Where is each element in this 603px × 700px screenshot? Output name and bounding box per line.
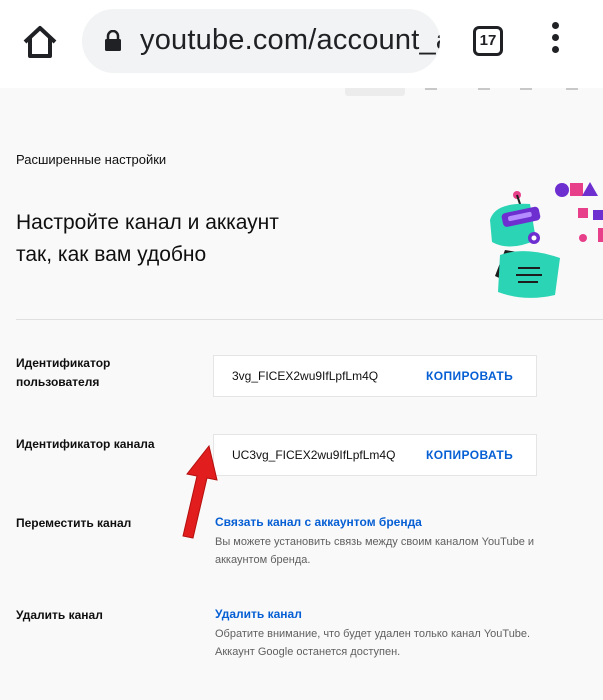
- user-id-label: Идентификатор пользователя: [16, 356, 111, 389]
- page-toolbar-strip: [0, 88, 603, 98]
- toolbar-icon[interactable]: [520, 88, 532, 90]
- section-divider: [16, 319, 603, 320]
- channel-id-label: Идентификатор канала: [16, 437, 155, 451]
- copy-channel-id-button[interactable]: КОПИРОВАТЬ: [426, 448, 513, 462]
- toolbar-icon[interactable]: [425, 88, 437, 90]
- overflow-menu-icon[interactable]: [548, 22, 562, 62]
- delete-channel-label: Удалить канал: [16, 608, 103, 622]
- address-bar[interactable]: youtube.com/account_a: [82, 9, 440, 73]
- delete-channel-description: Аккаунт Google останется доступен.: [215, 646, 401, 658]
- link-brand-account-link[interactable]: Связать канал с аккаунтом бренда: [215, 515, 422, 529]
- move-channel-description: Вы можете установить связь между своим к…: [215, 536, 535, 548]
- user-id-field: 3vg_FICEX2wu9IfLpfLm4Q КОПИРОВАТЬ: [213, 355, 537, 397]
- section-title: Расширенные настройки: [16, 152, 167, 167]
- user-id-value: 3vg_FICEX2wu9IfLpfLm4Q: [232, 369, 379, 383]
- toolbar-icon[interactable]: [566, 88, 578, 90]
- toolbar-button[interactable]: [345, 88, 405, 96]
- channel-id-value: UC3vg_FICEX2wu9IfLpfLm4Q: [232, 448, 396, 462]
- page-headline: Настройте канал и аккаунт так, как вам у…: [16, 211, 279, 266]
- url-text: youtube.com/account_a: [140, 24, 440, 56]
- red-arrow-annotation: [175, 440, 225, 540]
- move-channel-description: аккаунтом бренда.: [215, 554, 311, 566]
- toolbar-icon[interactable]: [478, 88, 490, 90]
- move-channel-label: Переместить канал: [16, 516, 132, 530]
- delete-channel-link[interactable]: Удалить канал: [215, 607, 302, 621]
- tab-switcher-button[interactable]: 17: [473, 26, 503, 56]
- robot-illustration: [470, 180, 603, 305]
- home-icon[interactable]: [20, 22, 60, 62]
- browser-toolbar: youtube.com/account_a 17: [0, 0, 603, 88]
- lock-icon: [104, 29, 122, 52]
- channel-id-field: UC3vg_FICEX2wu9IfLpfLm4Q КОПИРОВАТЬ: [213, 434, 537, 476]
- delete-channel-description: Обратите внимание, что будет удален толь…: [215, 628, 531, 640]
- copy-user-id-button[interactable]: КОПИРОВАТЬ: [426, 369, 513, 383]
